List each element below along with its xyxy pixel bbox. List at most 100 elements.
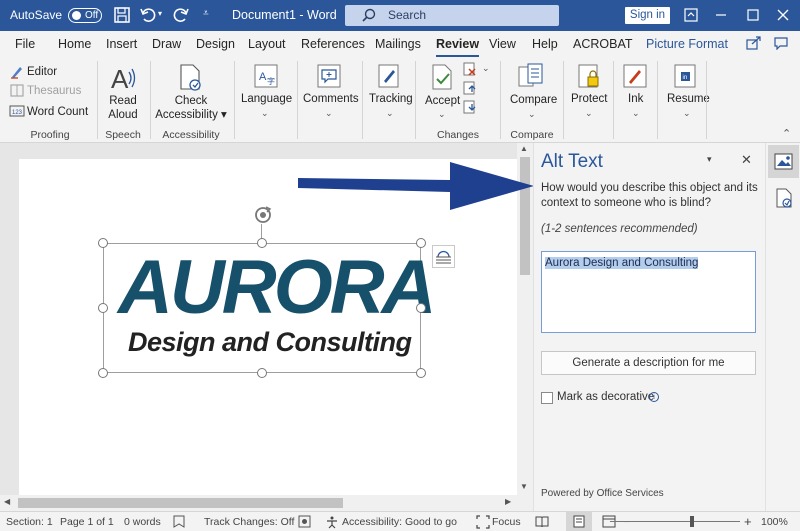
language-dropdown-icon[interactable]: ⌄	[261, 108, 269, 119]
horizontal-scrollbar[interactable]: ◀ ▶	[0, 495, 533, 511]
check-accessibility-button[interactable]: Check Accessibility ▾	[155, 94, 227, 122]
autosave-toggle[interactable]: Off	[68, 8, 102, 23]
tab-picture-format[interactable]: Picture Format	[646, 37, 728, 51]
macro-recording-icon[interactable]	[298, 515, 311, 528]
info-icon[interactable]: i	[649, 392, 659, 402]
focus-button[interactable]: Focus	[492, 516, 521, 528]
compare-button[interactable]: Compare	[510, 94, 557, 106]
ink-dropdown-icon[interactable]: ⌄	[632, 108, 640, 119]
previous-change-icon[interactable]	[463, 81, 477, 95]
proofing-status-icon[interactable]	[172, 515, 186, 528]
rotate-handle-icon[interactable]	[252, 204, 274, 226]
compare-dropdown-icon[interactable]: ⌄	[528, 109, 536, 120]
tab-layout[interactable]: Layout	[248, 37, 286, 51]
scroll-right-icon[interactable]: ▶	[505, 497, 511, 506]
redo-icon[interactable]	[172, 6, 190, 24]
next-change-icon[interactable]	[463, 100, 477, 114]
decorative-checkbox[interactable]	[541, 392, 553, 404]
tab-help[interactable]: Help	[532, 37, 558, 51]
resize-handle[interactable]	[416, 303, 426, 313]
pane-close-icon[interactable]: ✕	[741, 152, 752, 168]
scroll-thumb[interactable]	[18, 498, 343, 508]
reject-dropdown-icon[interactable]: ⌄	[482, 63, 490, 74]
zoom-in-icon[interactable]: +	[744, 514, 752, 529]
tab-mailings[interactable]: Mailings	[375, 37, 421, 51]
alt-text-rail-button[interactable]	[768, 145, 799, 178]
language-button[interactable]: Language	[241, 93, 292, 105]
search-box[interactable]: Search	[345, 5, 559, 26]
scroll-up-icon[interactable]: ▲	[520, 144, 528, 153]
resume-icon: in	[674, 64, 696, 88]
sign-in-button[interactable]: Sign in	[625, 7, 670, 24]
zoom-slider-thumb[interactable]	[690, 516, 694, 527]
logo-subtext: Design and Consulting	[128, 327, 412, 357]
editor-button[interactable]: Editor	[27, 66, 57, 78]
share-icon[interactable]	[746, 36, 762, 50]
minimize-icon[interactable]	[713, 7, 729, 23]
layout-options-button[interactable]	[432, 245, 455, 268]
ribbon-display-icon[interactable]	[683, 7, 699, 23]
resize-handle[interactable]	[416, 238, 426, 248]
protect-button[interactable]: Protect	[571, 93, 607, 105]
protect-dropdown-icon[interactable]: ⌄	[585, 108, 593, 119]
generate-description-button[interactable]: Generate a description for me	[541, 351, 756, 375]
resize-handle[interactable]	[257, 238, 267, 248]
search-label: Search	[388, 8, 427, 22]
title-bar: AutoSave Off ▾ ⩡ Document1 - Word Search…	[0, 0, 800, 31]
resize-handle[interactable]	[416, 368, 426, 378]
status-track-changes[interactable]: Track Changes: Off	[204, 516, 294, 528]
tab-insert[interactable]: Insert	[106, 37, 137, 51]
zoom-slider[interactable]	[610, 521, 740, 522]
undo-dropdown-icon[interactable]: ▾	[158, 9, 162, 18]
tab-draw[interactable]: Draw	[152, 37, 181, 51]
resume-dropdown-icon[interactable]: ⌄	[683, 108, 691, 119]
scroll-left-icon[interactable]: ◀	[4, 497, 10, 506]
word-count-button[interactable]: Word Count	[27, 106, 88, 118]
scroll-down-icon[interactable]: ▼	[520, 482, 528, 491]
undo-icon[interactable]	[139, 6, 157, 24]
tab-file[interactable]: File	[15, 37, 35, 51]
comments-button[interactable]: Comments	[303, 93, 359, 105]
accept-dropdown-icon[interactable]: ⌄	[438, 109, 446, 120]
reject-icon[interactable]	[463, 62, 477, 76]
status-accessibility[interactable]: Accessibility: Good to go	[342, 516, 457, 528]
tab-acrobat[interactable]: ACROBAT	[573, 37, 633, 51]
customize-toolbar-icon[interactable]: ⩡	[203, 8, 209, 19]
read-aloud-button[interactable]: Read Aloud	[105, 94, 141, 122]
tracking-button[interactable]: Tracking	[369, 93, 413, 105]
tab-home[interactable]: Home	[58, 37, 91, 51]
tab-references[interactable]: References	[301, 37, 365, 51]
ribbon-separator	[500, 61, 501, 139]
focus-icon[interactable]	[476, 515, 490, 529]
ribbon-separator	[415, 61, 416, 139]
thesaurus-button[interactable]: Thesaurus	[27, 85, 81, 97]
status-page[interactable]: Page 1 of 1	[60, 516, 114, 528]
tracking-dropdown-icon[interactable]: ⌄	[386, 108, 394, 119]
resize-handle[interactable]	[98, 368, 108, 378]
ink-icon	[623, 64, 647, 88]
tab-design[interactable]: Design	[196, 37, 235, 51]
alt-text-input[interactable]: Aurora Design and Consulting	[541, 251, 756, 333]
zoom-level[interactable]: 100%	[761, 516, 788, 528]
pane-options-icon[interactable]: ▾	[707, 154, 712, 165]
read-mode-icon[interactable]	[535, 515, 549, 528]
tab-review[interactable]: Review	[436, 37, 480, 57]
accept-button[interactable]: Accept	[425, 95, 460, 107]
close-icon[interactable]	[775, 7, 791, 23]
comment-icon[interactable]	[773, 36, 789, 50]
tab-view[interactable]: View	[489, 37, 516, 51]
print-layout-button[interactable]	[566, 512, 592, 531]
accessibility-rail-icon[interactable]	[775, 188, 793, 208]
resize-handle[interactable]	[98, 303, 108, 313]
resume-button[interactable]: Resume	[667, 93, 710, 105]
accessibility-status-icon[interactable]	[325, 515, 339, 529]
status-words[interactable]: 0 words	[124, 516, 161, 528]
maximize-icon[interactable]	[745, 7, 761, 23]
ink-button[interactable]: Ink	[628, 93, 643, 105]
resize-handle[interactable]	[257, 368, 267, 378]
collapse-ribbon-icon[interactable]: ⌃	[782, 127, 791, 140]
status-section[interactable]: Section: 1	[6, 516, 53, 528]
resize-handle[interactable]	[98, 238, 108, 248]
comments-dropdown-icon[interactable]: ⌄	[325, 108, 333, 119]
save-icon[interactable]	[113, 6, 131, 24]
